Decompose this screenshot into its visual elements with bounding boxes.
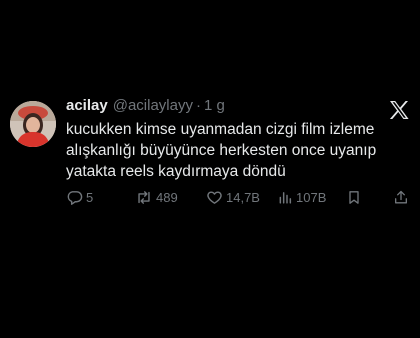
action-bar: 5 489 14,7B 107B [0,187,420,207]
avatar[interactable] [10,101,56,147]
like-button[interactable]: 14,7B [206,187,260,207]
x-logo-icon[interactable] [389,101,409,119]
retweet-icon [138,190,150,204]
share-icon [395,190,407,203]
tweet-text: kucukken kimse uyanmadan cizgi film izle… [66,119,406,182]
tweet-text-line: alışkanlığı büyüyünce herkesten once uya… [66,142,377,159]
bookmark-icon [349,190,359,204]
retweet-count: 489 [156,189,178,205]
views-icon [279,191,292,204]
tweet: acilay @acilaylayy · 1 g kucukken kimse … [0,0,420,338]
tweet-text-line: kucukken kimse uyanmadan cizgi film izle… [66,121,375,138]
views-count: 107B [296,189,327,205]
retweet-button[interactable]: 489 [135,187,178,207]
like-count: 14,7B [226,189,260,205]
tweet-header: acilay @acilaylayy · 1 g [66,97,225,117]
reply-button[interactable]: 5 [66,187,93,207]
timestamp[interactable]: 1 g [204,97,225,114]
display-name[interactable]: acilay [66,97,108,114]
reply-icon [67,190,83,205]
reply-count: 5 [86,189,94,205]
share-button[interactable] [393,187,412,207]
handle[interactable]: @acilaylayy [113,97,193,114]
views-button[interactable]: 107B [277,187,326,207]
separator-dot: · [195,97,201,114]
like-icon [207,190,222,204]
bookmark-button[interactable] [346,187,365,207]
tweet-text-line: yatakta reels kaydırmaya döndü [66,163,286,180]
